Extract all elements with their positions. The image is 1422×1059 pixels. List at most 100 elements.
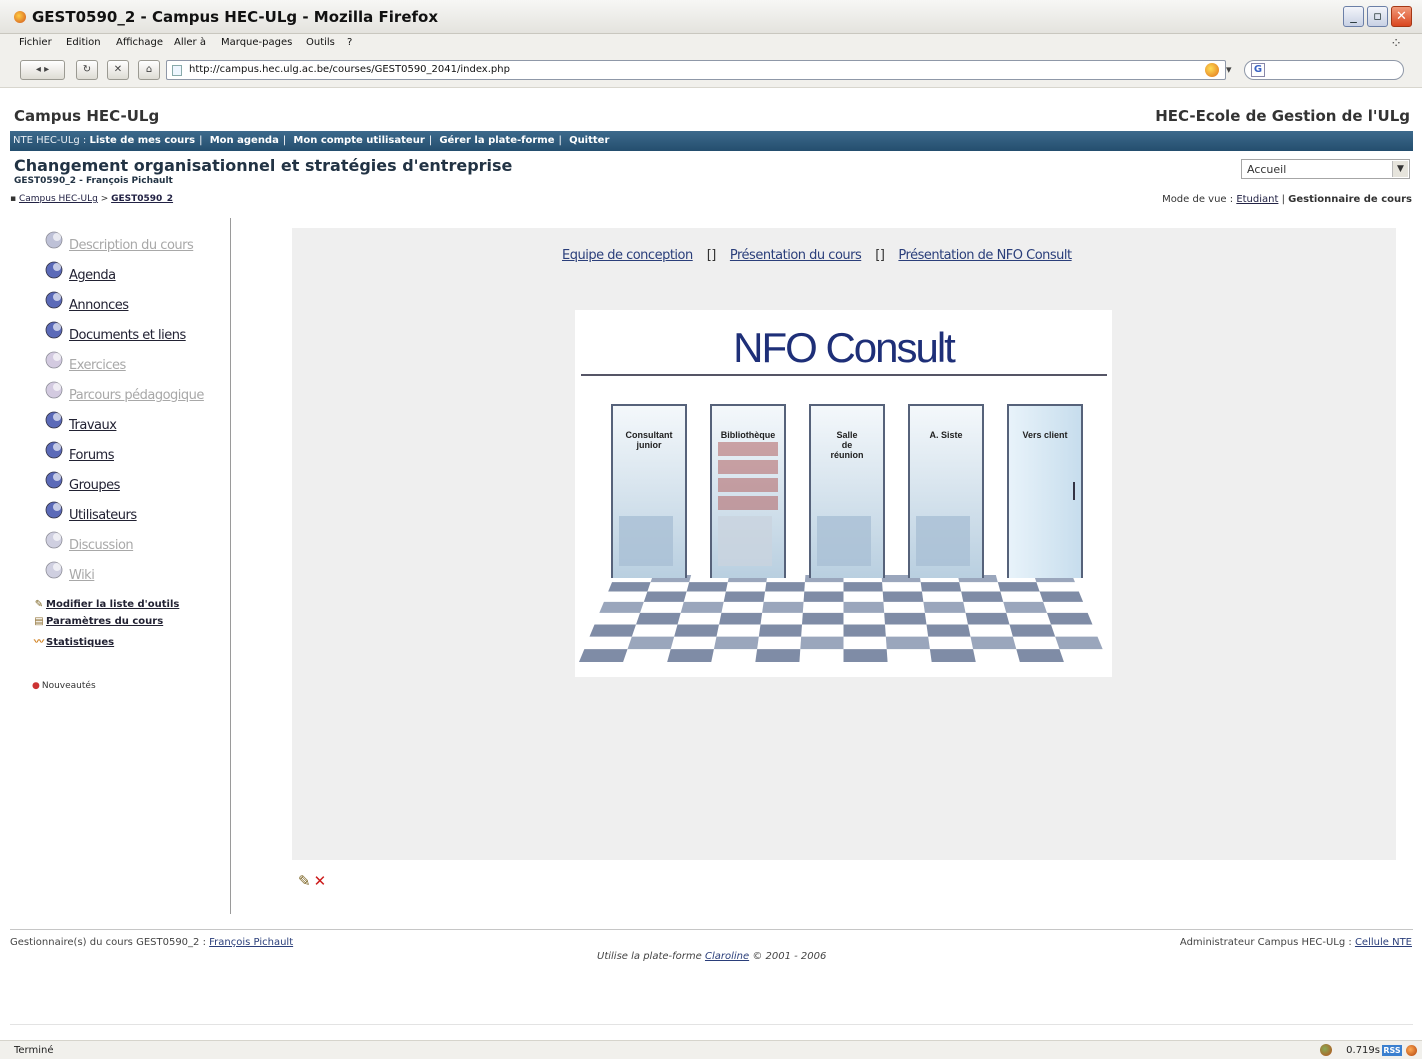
link-compte[interactable]: Mon compte utilisateur: [293, 135, 424, 146]
claroline-link[interactable]: Claroline: [705, 951, 749, 962]
door-label: A. Siste: [929, 430, 962, 440]
sidebar-tool-label: Description du cours: [69, 238, 194, 253]
learning-path-icon: [44, 380, 66, 400]
link-presentation-cours[interactable]: Présentation du cours: [730, 248, 862, 263]
door-label: réunion: [831, 450, 864, 460]
edit-pencil-icon[interactable]: ✎: [298, 872, 311, 890]
floor-tile: [803, 591, 844, 602]
sidebar-tool-label: Annonces: [69, 298, 129, 313]
window-title-bar: GEST0590_2 - Campus HEC-ULg - Mozilla Fi…: [0, 0, 1422, 34]
floor-tile: [843, 624, 886, 637]
link-presentation-nfo[interactable]: Présentation de NFO Consult: [898, 248, 1072, 263]
link-quitter[interactable]: Quitter: [569, 135, 609, 146]
link-gerer[interactable]: Gérer la plate-forme: [439, 135, 554, 146]
intro-links: Equipe de conception[] Présentation du co…: [562, 248, 1072, 263]
close-button[interactable]: ✕: [1391, 6, 1412, 27]
footer-admin-link[interactable]: Cellule NTE: [1355, 937, 1412, 948]
back-forward-button[interactable]: ◂ ▸: [20, 60, 65, 80]
chevron-down-icon[interactable]: ▼: [1392, 161, 1408, 177]
door-label: de: [842, 440, 853, 450]
page-bottom-divider: [10, 1024, 1413, 1025]
menu-edition[interactable]: Edition: [66, 37, 101, 48]
delete-icon[interactable]: ✕: [314, 872, 327, 890]
floor-tile: [920, 582, 962, 592]
menu-affichage[interactable]: Affichage: [116, 37, 163, 48]
floor-tile: [884, 612, 927, 625]
floor-tile: [802, 612, 844, 625]
office-illustration: Consultantjunior Bibliothèque Sallederéuni…: [579, 404, 1103, 662]
users-icon: [44, 500, 66, 520]
floor-tile: [929, 649, 976, 662]
footer-admin: Administrateur Campus HEC-ULg : Cellule …: [1179, 937, 1412, 948]
nfo-consult-image[interactable]: NFO Consult Consultant junior Bibliothèque…: [575, 310, 1112, 677]
statistics-link[interactable]: 〰 Statistiques: [32, 633, 114, 648]
floor-tile: [723, 591, 766, 602]
floor-tile: [882, 591, 924, 602]
search-input[interactable]: G: [1244, 60, 1404, 80]
view-mode-student[interactable]: Etudiant: [1236, 194, 1278, 205]
floor-tile: [589, 624, 637, 637]
tool-select[interactable]: Accueil ▼: [1241, 159, 1410, 179]
minimize-button[interactable]: _: [1343, 6, 1364, 27]
menu-marque-pages[interactable]: Marque-pages: [221, 37, 292, 48]
floor-tile: [680, 601, 724, 613]
door-label: Vers client: [1022, 430, 1067, 440]
menu-outils[interactable]: Outils: [306, 37, 335, 48]
footer-divider: [10, 929, 1413, 930]
floor-tile: [1003, 601, 1047, 613]
go-icon[interactable]: [1205, 63, 1219, 77]
sidebar-tool-label: Agenda: [69, 268, 116, 283]
reload-button[interactable]: ↻: [76, 60, 98, 80]
chevron-down-icon[interactable]: ▾: [1226, 63, 1232, 76]
floor-tile: [1016, 649, 1064, 662]
statistics-icon: 〰: [34, 637, 44, 648]
breadcrumb-current[interactable]: GEST0590_2: [111, 194, 173, 204]
status-bar: Terminé 0.719s RSS: [0, 1040, 1422, 1059]
link-equipe[interactable]: Equipe de conception: [562, 248, 693, 263]
floor-tile: [719, 612, 763, 625]
rss-icon[interactable]: RSS: [1382, 1045, 1402, 1056]
tool-select-value: Accueil: [1247, 163, 1287, 176]
floor-tile: [674, 624, 720, 637]
floor-tile: [579, 649, 628, 662]
bluebar-prefix: NTE HEC-ULg :: [13, 135, 90, 146]
floor-tile: [599, 601, 644, 613]
floor-tile: [636, 612, 681, 625]
ladybug-icon[interactable]: [1406, 1045, 1417, 1056]
floor-tile: [667, 649, 714, 662]
floor-tile: [713, 636, 759, 650]
url-bar[interactable]: http://campus.hec.ulg.ac.be/courses/GEST…: [166, 60, 1226, 80]
navigation-toolbar: ◂ ▸ ↻ ✕ ⌂ http://campus.hec.ulg.ac.be/co…: [0, 54, 1422, 88]
groups-icon: [44, 470, 66, 490]
view-mode: Mode de vue : Etudiant | Gestionnaire de…: [1162, 194, 1412, 205]
firefox-icon: [14, 11, 26, 23]
status-text: Terminé: [14, 1045, 54, 1056]
maximize-button[interactable]: ▫: [1367, 6, 1388, 27]
door-label: junior: [636, 440, 662, 450]
door-4: A. Siste: [908, 404, 984, 578]
menu-fichier[interactable]: Fichier: [19, 37, 52, 48]
news-item[interactable]: ● Nouveautés: [32, 681, 96, 691]
door-label: Bibliothèque: [721, 430, 776, 440]
sidebar-tool-label: Utilisateurs: [69, 508, 137, 523]
floor-tile: [965, 612, 1010, 625]
door-1: Consultantjunior: [611, 404, 687, 578]
firebug-icon[interactable]: [1320, 1044, 1332, 1056]
breadcrumb: ▪ Campus HEC-ULg > GEST0590_2: [10, 194, 174, 204]
footer-manager-link[interactable]: François Pichault: [209, 937, 293, 948]
menu-bar: Fichier Edition Affichage Aller à Marque…: [0, 34, 1422, 54]
stop-button[interactable]: ✕: [107, 60, 129, 80]
institution-title: HEC-Ecole de Gestion de l'ULg: [1155, 107, 1410, 125]
menu-aller[interactable]: Aller à: [174, 37, 206, 48]
edit-tools-link[interactable]: ✎ Modifier la liste d'outils: [32, 599, 180, 610]
home-button[interactable]: ⌂: [138, 60, 160, 80]
link-mes-cours[interactable]: Liste de mes cours: [89, 135, 195, 146]
breadcrumb-root[interactable]: Campus HEC-ULg: [19, 194, 98, 204]
floor-tile: [1046, 612, 1093, 625]
course-title: Changement organisationnel et stratégies…: [14, 156, 513, 175]
course-settings-link[interactable]: ▤ Paramètres du cours: [32, 616, 163, 627]
menu-help[interactable]: ?: [347, 37, 352, 48]
floor-tile: [800, 636, 844, 650]
link-agenda[interactable]: Mon agenda: [210, 135, 279, 146]
load-timing: 0.719s: [1346, 1045, 1380, 1056]
